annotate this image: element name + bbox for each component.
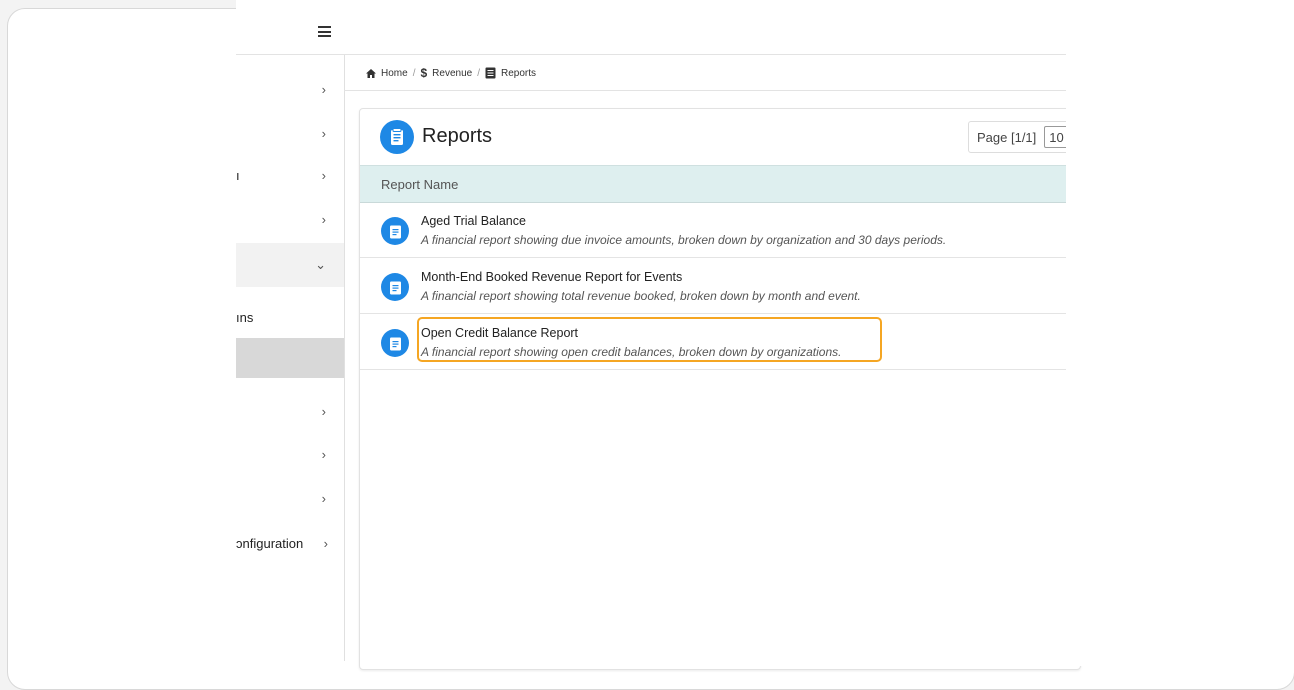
sidebar-item-expanded[interactable]: ⌄ — [236, 243, 344, 287]
breadcrumb: Home / $ Revenue / Reports — [366, 66, 536, 80]
top-divider — [236, 54, 1066, 55]
sidebar-item-configuration[interactable]: ɔnfiguration › — [236, 521, 344, 565]
report-icon — [381, 273, 409, 301]
pagination: Page [1/1] 10 — [968, 121, 1080, 153]
chevron-right-icon: › — [321, 490, 326, 506]
sidebar-item[interactable]: › — [236, 67, 344, 111]
page-title: Reports — [422, 125, 493, 147]
right-blank-area — [1066, 0, 1294, 666]
chevron-down-icon: ⌄ — [315, 257, 326, 272]
column-report-name[interactable]: Report Name — [381, 177, 458, 192]
sidebar-item[interactable]: ı › — [236, 153, 344, 197]
report-name[interactable]: Aged Trial Balance — [421, 214, 526, 228]
sidebar-subitem[interactable]: ıns — [236, 295, 344, 339]
chevron-right-icon: › — [321, 167, 326, 183]
breadcrumb-home[interactable]: Home — [381, 68, 408, 79]
chevron-right-icon: › — [321, 403, 326, 419]
chevron-right-icon: › — [321, 125, 326, 141]
breadcrumb-reports: Reports — [500, 67, 536, 79]
table-row[interactable]: Aged Trial Balance A financial report sh… — [360, 202, 1080, 258]
reports-icon — [380, 120, 414, 154]
sidebar-item[interactable]: › — [236, 476, 344, 520]
sidebar-item[interactable]: › — [236, 197, 344, 241]
sidebar-item[interactable]: › — [236, 432, 344, 476]
report-icon — [381, 217, 409, 245]
table-header: Report Name — [360, 165, 1080, 203]
report-icon — [381, 329, 409, 357]
menu-icon[interactable] — [318, 26, 331, 37]
breadcrumb-revenue[interactable]: Revenue — [432, 68, 472, 79]
report-icon — [485, 67, 496, 79]
chevron-right-icon: › — [321, 446, 326, 462]
sidebar-item[interactable]: › — [236, 111, 344, 155]
sidebar: › › ı › › ⌄ ıns › › › ɔnfiguration › — [236, 55, 345, 661]
table-row[interactable]: Month-End Booked Revenue Report for Even… — [360, 258, 1080, 314]
reports-panel: Reports Page [1/1] 10 Report Name Aged T… — [359, 108, 1081, 670]
report-name[interactable]: Month-End Booked Revenue Report for Even… — [421, 270, 682, 284]
report-description: A financial report showing due invoice a… — [421, 233, 947, 247]
chevron-right-icon: › — [321, 81, 326, 97]
dollar-icon: $ — [420, 66, 428, 80]
chevron-right-icon: › — [321, 211, 326, 227]
sidebar-item[interactable]: › — [236, 389, 344, 433]
home-icon — [366, 68, 376, 78]
panel-header: Reports Page [1/1] 10 — [360, 109, 1080, 165]
chevron-right-icon: › — [323, 535, 328, 551]
highlight-box — [417, 317, 882, 362]
report-description: A financial report showing total revenue… — [421, 289, 861, 303]
sidebar-subitem-selected[interactable] — [236, 338, 344, 378]
page-indicator: Page [1/1] — [977, 129, 1037, 145]
breadcrumb-divider — [344, 90, 1066, 91]
